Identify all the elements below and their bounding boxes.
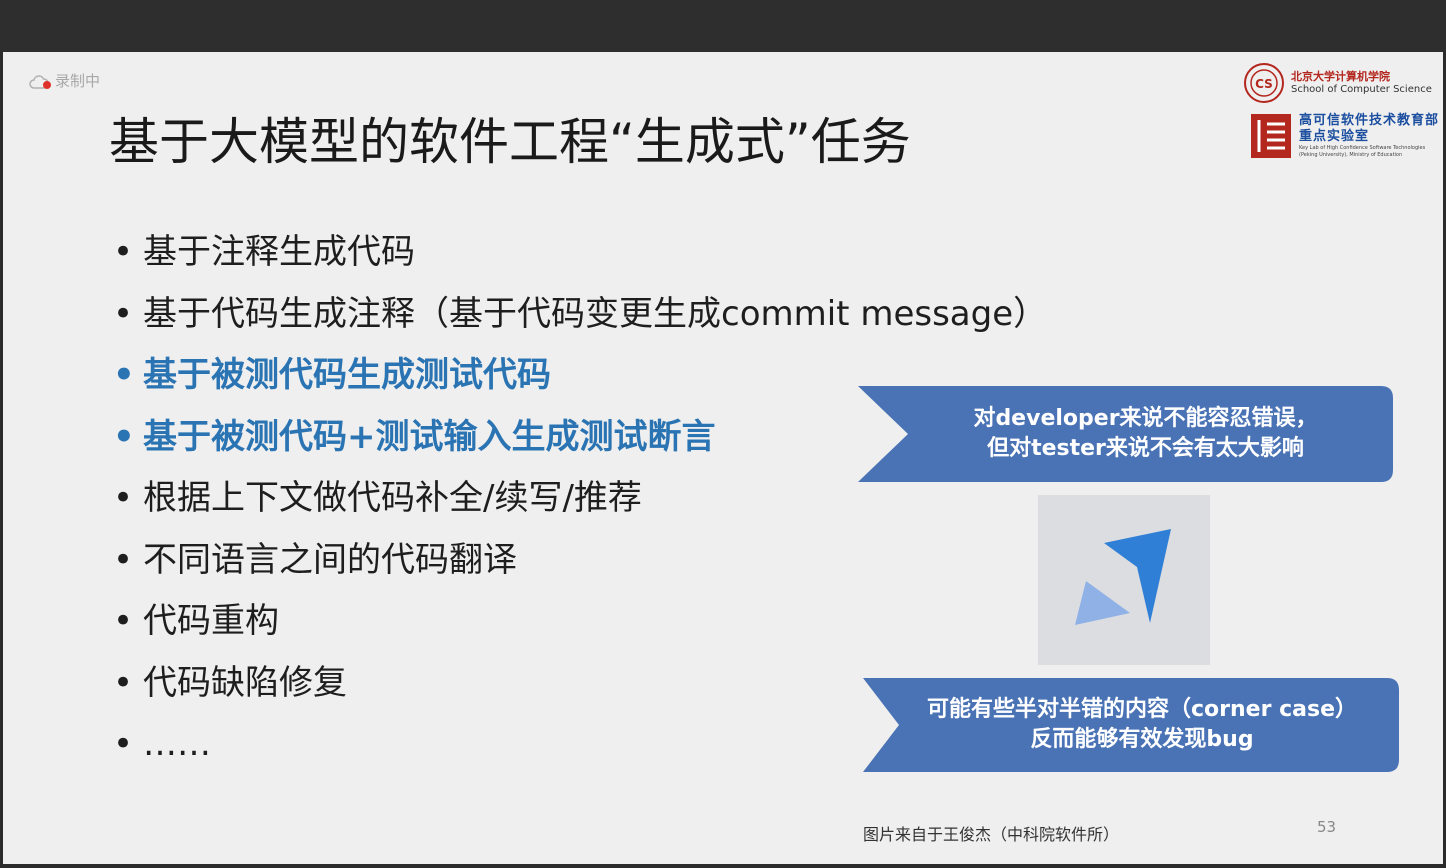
bullet-dot: •: [113, 724, 134, 764]
recording-label: 录制中: [55, 72, 101, 90]
bullet-item: • 不同语言之间的代码翻译: [113, 530, 1047, 592]
callout-bottom-line2: 反而能够有效发现bug: [1030, 727, 1254, 752]
bullet-dot: •: [113, 232, 134, 272]
bullet-dot: •: [113, 478, 134, 518]
page-number: 53: [1317, 818, 1337, 836]
pku-name-en: School of Computer Science: [1291, 84, 1432, 95]
callout-bottom-line1: 可能有些半对半错的内容（corner case）: [927, 697, 1357, 722]
bullet-item: • 基于注释生成代码: [113, 222, 1047, 284]
bullet-dot: •: [113, 416, 135, 457]
bullet-text: 根据上下文做代码补全/续写/推荐: [143, 478, 642, 518]
bullet-text: 不同语言之间的代码翻译: [143, 539, 517, 580]
recording-indicator[interactable]: 录制中: [29, 70, 100, 91]
cloud-record-icon: [29, 74, 51, 89]
slide: 录制中 CS 北京大学计算机学院 School of Computer Scie…: [3, 52, 1443, 864]
lab-logo: 高可信软件技术教育部重点实验室 Key Lab of High Confiden…: [1249, 112, 1446, 160]
bullet-dot: •: [113, 662, 134, 703]
bullet-text: 基于注释生成代码: [143, 232, 415, 272]
lab-name-cn: 高可信软件技术教育部重点实验室: [1299, 113, 1440, 144]
bullet-text: 基于代码生成注释（基于代码变更生成commit message）: [143, 293, 1048, 334]
bullet-text: ……: [143, 724, 211, 764]
record-dot-icon: [43, 80, 51, 89]
window-top-bar: [0, 0, 1446, 52]
logo-image-card: [1038, 495, 1210, 665]
bullet-item: • 基于代码生成注释（基于代码变更生成commit message）: [113, 284, 1047, 346]
lab-name-en: Key Lab of High Confidence Software Tech…: [1299, 145, 1426, 158]
pku-logo: CS 北京大学计算机学院 School of Computer Science: [1243, 62, 1432, 104]
callout-top-line1: 对developer来说不能容忍错误，: [973, 406, 1318, 431]
callout-top-line2: 但对tester来说不会有太大影响: [987, 436, 1304, 461]
pku-seal-icon: CS: [1244, 63, 1284, 103]
bullet-dot: •: [113, 601, 134, 641]
slide-title: 基于大模型的软件工程“生成式”任务: [109, 113, 911, 171]
callout-developer-tester: 对developer来说不能容忍错误， 但对tester来说不会有太大影响: [858, 386, 1393, 482]
lab-mark-icon: [1251, 114, 1291, 158]
arrow-logo-icon: [1075, 529, 1171, 625]
callout-corner-case: 可能有些半对半错的内容（corner case） 反而能够有效发现bug: [863, 678, 1399, 772]
bullet-text: 代码缺陷修复: [143, 662, 347, 703]
bullet-dot: •: [113, 355, 135, 395]
bullet-item: • 代码重构: [113, 591, 1047, 653]
bullet-text: 基于被测代码生成测试代码: [143, 355, 551, 395]
bullet-dot: •: [113, 539, 134, 580]
bullet-text: 代码重构: [143, 601, 279, 641]
pku-name-cn: 北京大学计算机学院: [1291, 70, 1390, 83]
image-source-caption: 图片来自于王俊杰（中科院软件所）: [863, 825, 1120, 844]
bullet-text: 基于被测代码+测试输入生成测试断言: [143, 416, 716, 457]
bullet-dot: •: [113, 293, 134, 334]
svg-text:CS: CS: [1255, 77, 1273, 91]
